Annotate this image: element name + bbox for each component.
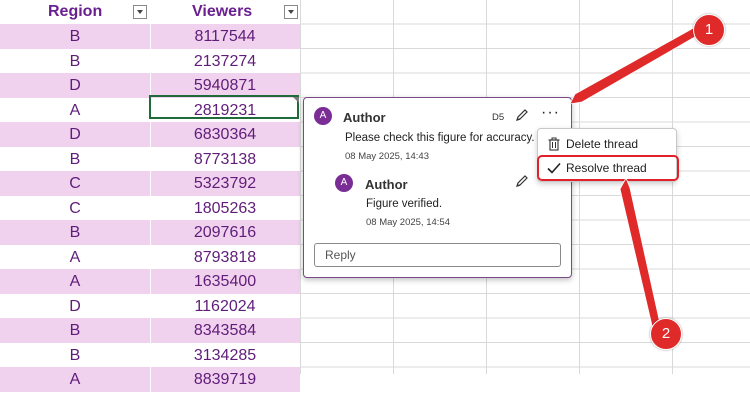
- table-header-row: Region Viewers: [0, 0, 300, 24]
- highlight-box: [537, 155, 679, 181]
- column-gridline: [672, 0, 673, 374]
- cell-viewers[interactable]: 5323792: [150, 171, 300, 196]
- comment-indicator-icon: [293, 97, 299, 103]
- comment-text: Please check this figure for accuracy.: [345, 132, 535, 144]
- cell-viewers[interactable]: 3134285: [150, 343, 300, 368]
- cell-reference: D5: [492, 112, 505, 123]
- menu-item-label: Delete thread: [566, 137, 639, 151]
- cell-viewers[interactable]: 1162024: [150, 294, 300, 319]
- cell-region[interactable]: C: [0, 196, 150, 221]
- header-region[interactable]: Region: [48, 0, 102, 24]
- cell-region[interactable]: B: [0, 318, 150, 343]
- reply-timestamp: 08 May 2025, 14:54: [366, 217, 450, 228]
- step-badge-1: 1: [693, 14, 725, 46]
- reply-author: Author: [365, 177, 408, 192]
- avatar: A: [314, 107, 332, 125]
- cell-region[interactable]: A: [0, 367, 150, 392]
- edit-pencil-icon[interactable]: [514, 107, 530, 123]
- selected-cell[interactable]: [149, 95, 299, 119]
- avatar: A: [335, 174, 353, 192]
- cell-region[interactable]: D: [0, 294, 150, 319]
- header-viewers[interactable]: Viewers: [192, 0, 252, 24]
- cell-region[interactable]: B: [0, 343, 150, 368]
- cell-region[interactable]: D: [0, 73, 150, 98]
- cell-region[interactable]: B: [0, 49, 150, 74]
- cell-viewers[interactable]: 8773138: [150, 147, 300, 172]
- step-badge-2: 2: [650, 318, 682, 350]
- edit-pencil-icon[interactable]: [514, 173, 530, 189]
- cell-viewers[interactable]: 2097616: [150, 220, 300, 245]
- cell-region[interactable]: B: [0, 24, 150, 49]
- cell-viewers[interactable]: 1635400: [150, 269, 300, 294]
- more-options-button[interactable]: ···: [541, 105, 561, 122]
- cell-region[interactable]: D: [0, 122, 150, 147]
- cell-region[interactable]: C: [0, 171, 150, 196]
- cell-region[interactable]: A: [0, 245, 150, 270]
- filter-dropdown-region[interactable]: [133, 5, 147, 19]
- cell-viewers[interactable]: 8117544: [150, 24, 300, 49]
- filter-dropdown-viewers[interactable]: [284, 5, 298, 19]
- cell-viewers[interactable]: 1805263: [150, 196, 300, 221]
- cell-region[interactable]: B: [0, 220, 150, 245]
- column-separator: [150, 24, 151, 398]
- reply-text: Figure verified.: [366, 198, 443, 210]
- cell-viewers[interactable]: 8839719: [150, 367, 300, 392]
- cell-viewers[interactable]: 2137274: [150, 49, 300, 74]
- cell-region[interactable]: A: [0, 269, 150, 294]
- cell-viewers[interactable]: 8343584: [150, 318, 300, 343]
- comment-author: Author: [343, 110, 386, 125]
- trash-icon: [548, 137, 560, 151]
- cell-viewers[interactable]: 5940871: [150, 73, 300, 98]
- column-gridline: [300, 0, 301, 374]
- column-gridline: [579, 0, 580, 374]
- cell-region[interactable]: B: [0, 147, 150, 172]
- cell-viewers[interactable]: 8793818: [150, 245, 300, 270]
- cell-viewers[interactable]: 6830364: [150, 122, 300, 147]
- cell-region[interactable]: A: [0, 98, 150, 123]
- menu-item-delete-thread[interactable]: Delete thread: [542, 133, 674, 155]
- reply-input[interactable]: Reply: [314, 243, 561, 267]
- comment-panel: A Author D5 ··· Please check this figure…: [303, 97, 572, 278]
- comment-timestamp: 08 May 2025, 14:43: [345, 151, 429, 162]
